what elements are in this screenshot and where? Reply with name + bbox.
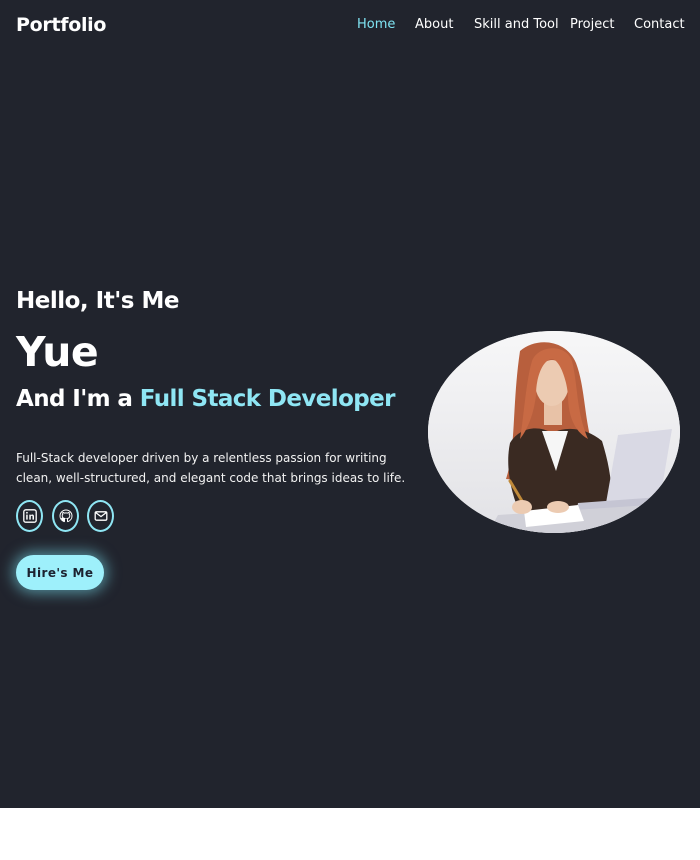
hero-greeting: Hello, It's Me [16, 288, 179, 314]
nav-contact[interactable]: Contact [634, 17, 685, 32]
hero-name: Yue [16, 328, 99, 376]
github-link[interactable] [52, 500, 79, 532]
nav-skill-and-tool[interactable]: Skill and Tool [474, 17, 559, 32]
hero-illustration [428, 331, 680, 533]
nav-home[interactable]: Home [357, 17, 395, 32]
hero-description: Full-Stack developer driven by a relentl… [16, 451, 406, 485]
role-highlight: Full Stack Developer [139, 386, 396, 412]
linkedin-icon [22, 509, 37, 523]
nav-about[interactable]: About [415, 17, 453, 32]
mail-icon [94, 511, 107, 521]
role-prefix: And I'm a [16, 386, 133, 412]
hire-me-button[interactable]: Hire's Me [16, 555, 104, 590]
nav-project[interactable]: Project [570, 17, 614, 32]
email-link[interactable] [87, 500, 114, 532]
home-section: Portfolio Home About Skill and Tool Proj… [0, 0, 700, 808]
linkedin-link[interactable] [16, 500, 43, 532]
main-nav: Home About Skill and Tool Project Contac… [0, 17, 700, 37]
github-icon [58, 509, 73, 523]
hero-role: And I'm a Full Stack Developer [16, 386, 395, 412]
